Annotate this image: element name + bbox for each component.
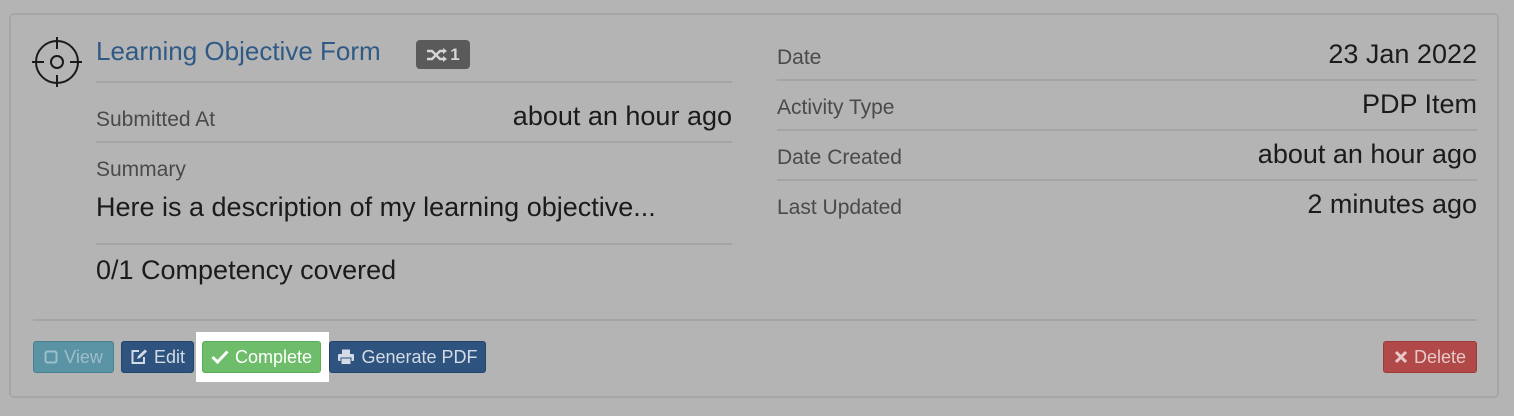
activity-type-label: Activity Type [777, 96, 895, 119]
divider [777, 179, 1477, 181]
square-icon [44, 350, 58, 364]
shuffle-icon [427, 47, 448, 62]
delete-button[interactable]: Delete [1383, 341, 1477, 373]
activity-type-value: PDP Item [1361, 89, 1477, 119]
divider [96, 243, 732, 245]
view-label: View [64, 346, 103, 367]
edit-label: Edit [153, 346, 186, 367]
badge-count: 1 [450, 44, 460, 64]
footer-divider [33, 319, 1477, 321]
edit-button[interactable]: Edit [121, 341, 194, 373]
crosshair-target-icon [32, 37, 82, 87]
last-updated-label: Last Updated [777, 196, 902, 219]
summary-value: Here is a description of my learning obj… [96, 192, 656, 222]
divider [777, 129, 1477, 131]
shuffle-badge: 1 [416, 40, 470, 69]
generate-pdf-button[interactable]: Generate PDF [329, 341, 486, 373]
divider [96, 141, 732, 143]
last-updated-value: 2 minutes ago [1307, 189, 1477, 219]
summary-label: Summary [96, 158, 186, 181]
edit-icon [131, 349, 147, 364]
check-icon [211, 350, 229, 364]
print-icon [338, 349, 355, 365]
form-title[interactable]: Learning Objective Form [96, 36, 381, 67]
complete-button[interactable]: Complete [202, 341, 321, 373]
generate-pdf-label: Generate PDF [361, 346, 478, 367]
submitted-value: about an hour ago [512, 101, 732, 131]
divider [777, 79, 1477, 81]
x-icon [1394, 350, 1408, 364]
date-label: Date [777, 46, 822, 69]
date-created-value: about an hour ago [1257, 139, 1477, 169]
competency-coverage: 0/1 Competency covered [96, 255, 397, 285]
view-button[interactable]: View [33, 341, 114, 373]
date-created-label: Date Created [777, 146, 902, 169]
submitted-label: Submitted At [96, 108, 216, 131]
complete-label: Complete [234, 346, 313, 367]
date-value: 23 Jan 2022 [1328, 39, 1477, 69]
divider [96, 81, 732, 83]
delete-label: Delete [1413, 346, 1467, 367]
